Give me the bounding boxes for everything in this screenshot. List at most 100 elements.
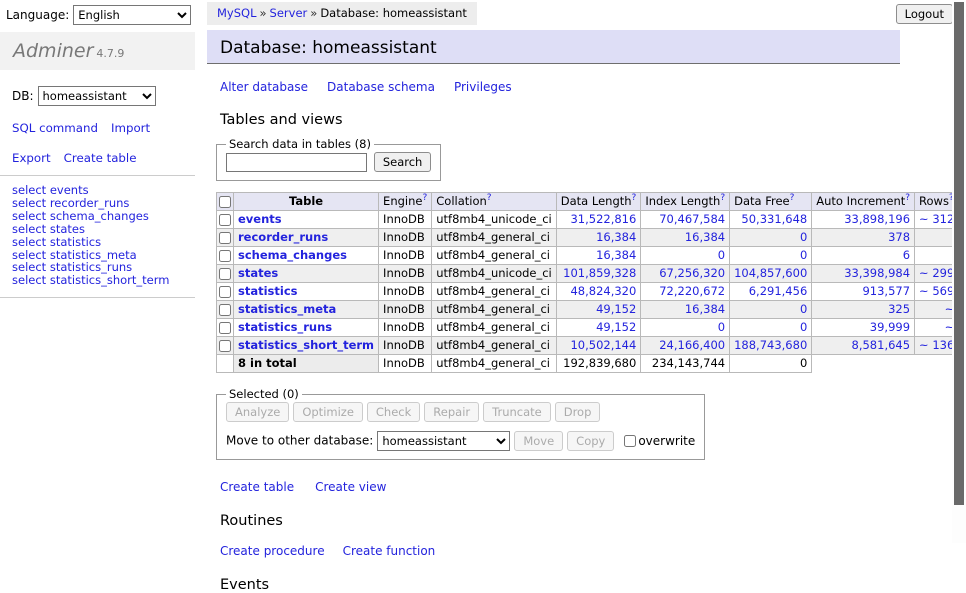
index-length-link[interactable]: 0	[718, 320, 725, 334]
data-free-link[interactable]: 104,857,600	[734, 266, 807, 280]
column-help-link[interactable]: ?	[905, 193, 910, 203]
scrollbar-track[interactable]	[952, 0, 966, 543]
nav-link-database-schema[interactable]: Database schema	[327, 80, 435, 94]
data-length-link[interactable]: 10,502,144	[570, 338, 636, 352]
table-link-schema-changes[interactable]: schema_changes	[238, 248, 347, 262]
table-link-events[interactable]: events	[238, 212, 282, 226]
index-length-link[interactable]: 70,467,584	[659, 212, 725, 226]
repair-button[interactable]: Repair	[424, 402, 479, 422]
auto-increment-link[interactable]: 33,398,984	[844, 266, 910, 280]
create-procedure-link[interactable]: Create procedure	[220, 544, 325, 558]
db-select[interactable]: homeassistant	[38, 86, 156, 106]
data-free-link[interactable]: 188,743,680	[734, 338, 807, 352]
table-link-statistics[interactable]: statistics	[238, 284, 298, 298]
auto-increment-link[interactable]: 378	[888, 230, 910, 244]
data-free-link[interactable]: 6,291,456	[749, 284, 808, 298]
table-link-statistics-runs[interactable]: statistics_runs	[238, 320, 332, 334]
nav-link-alter-database[interactable]: Alter database	[220, 80, 308, 94]
data-length-link[interactable]: 101,859,328	[563, 266, 636, 280]
truncate-button[interactable]: Truncate	[483, 402, 551, 422]
language-select[interactable]: English	[73, 5, 191, 25]
data-length-link[interactable]: 49,152	[596, 320, 636, 334]
row-checkbox[interactable]	[219, 286, 231, 298]
row-checkbox[interactable]	[219, 304, 231, 316]
sidebar-item-select-states[interactable]: select states	[12, 223, 195, 236]
data-free-link[interactable]: 0	[800, 248, 807, 262]
column-help-link[interactable]: ?	[487, 193, 492, 203]
breadcrumb-link-server[interactable]: Server	[270, 6, 308, 20]
data-free-link[interactable]: 0	[800, 320, 807, 334]
copy-button[interactable]: Copy	[567, 431, 614, 451]
index-length-link[interactable]: 67,256,320	[659, 266, 725, 280]
index-length-link[interactable]: 0	[718, 248, 725, 262]
search-button[interactable]: Search	[374, 152, 432, 172]
brand-band: Adminer4.7.9	[0, 32, 195, 70]
column-help-link[interactable]: ?	[790, 193, 795, 203]
table-link-statistics-meta[interactable]: statistics_meta	[238, 302, 336, 316]
column-help-link[interactable]: ?	[720, 193, 725, 203]
data-length-link[interactable]: 49,152	[596, 302, 636, 316]
table-link-statistics-short-term[interactable]: statistics_short_term	[238, 338, 374, 352]
scrollbar-thumb[interactable]	[954, 2, 964, 505]
index-length-link[interactable]: 72,220,672	[659, 284, 725, 298]
optimize-button[interactable]: Optimize	[293, 402, 363, 422]
table-row: statistics_runsInnoDButf8mb4_general_ci4…	[217, 319, 966, 337]
index-length-link[interactable]: 16,384	[685, 302, 725, 316]
data-length-link[interactable]: 48,824,320	[570, 284, 636, 298]
data-length-cell: 101,859,328	[556, 265, 641, 283]
index-length-cell: 0	[641, 247, 730, 265]
auto-increment-cell: 378	[812, 229, 915, 247]
check-button[interactable]: Check	[367, 402, 420, 422]
row-checkbox[interactable]	[219, 250, 231, 262]
nav-link-privileges[interactable]: Privileges	[454, 80, 512, 94]
move-button[interactable]: Move	[514, 431, 563, 451]
sidebar-action-sql-command[interactable]: SQL command	[12, 121, 98, 135]
row-checkbox[interactable]	[219, 214, 231, 226]
data-free-link[interactable]: 0	[800, 230, 807, 244]
total-data-length-cell: 192,839,680	[556, 355, 641, 373]
table-link-states[interactable]: states	[238, 266, 278, 280]
move-db-select[interactable]: homeassistant	[377, 431, 510, 451]
sidebar-item-select-schema-changes[interactable]: select schema_changes	[12, 210, 195, 223]
overwrite-checkbox[interactable]	[624, 435, 636, 447]
auto-increment-link[interactable]: 33,898,196	[844, 212, 910, 226]
create-table-link[interactable]: Create table	[220, 480, 294, 494]
engine-cell: InnoDB	[379, 319, 432, 337]
sidebar-item-select-statistics-short-term[interactable]: select statistics_short_term	[12, 274, 195, 287]
sidebar-action-export[interactable]: Export	[12, 151, 51, 165]
row-checkbox[interactable]	[219, 322, 231, 334]
auto-increment-link[interactable]: 39,999	[870, 320, 910, 334]
data-length-link[interactable]: 31,522,816	[570, 212, 636, 226]
sidebar-action-import[interactable]: Import	[111, 121, 150, 135]
auto-increment-link[interactable]: 6	[903, 248, 910, 262]
auto-increment-link[interactable]: 913,577	[862, 284, 910, 298]
index-length-link[interactable]: 16,384	[685, 230, 725, 244]
search-input[interactable]	[226, 153, 367, 172]
row-checkbox[interactable]	[219, 232, 231, 244]
sidebar-action-create-table[interactable]: Create table	[64, 151, 137, 165]
data-length-link[interactable]: 16,384	[596, 248, 636, 262]
breadcrumb-link-mysql[interactable]: MySQL	[217, 6, 257, 20]
logout-button[interactable]: Logout	[896, 4, 953, 24]
auto-increment-cell: 6	[812, 247, 915, 265]
auto-increment-link[interactable]: 8,581,645	[852, 338, 911, 352]
data-length-link[interactable]: 16,384	[596, 230, 636, 244]
data-free-link[interactable]: 50,331,648	[741, 212, 807, 226]
row-checkbox[interactable]	[219, 268, 231, 280]
select-all-checkbox[interactable]	[219, 196, 231, 208]
auto-increment-link[interactable]: 325	[888, 302, 910, 316]
analyze-button[interactable]: Analyze	[226, 402, 289, 422]
table-link-recorder-runs[interactable]: recorder_runs	[238, 230, 328, 244]
create-function-link[interactable]: Create function	[343, 544, 436, 558]
data-free-link[interactable]: 0	[800, 302, 807, 316]
drop-button[interactable]: Drop	[555, 402, 601, 422]
sidebar-item-select-statistics[interactable]: select statistics	[12, 236, 195, 249]
row-checkbox[interactable]	[219, 340, 231, 352]
create-view-link[interactable]: Create view	[315, 480, 386, 494]
sidebar-item-select-recorder-runs[interactable]: select recorder_runs	[12, 197, 195, 210]
routine-links: Create procedure Create function	[220, 544, 954, 558]
index-length-link[interactable]: 24,166,400	[659, 338, 725, 352]
column-help-link[interactable]: ?	[422, 193, 427, 203]
column-help-link[interactable]: ?	[632, 193, 637, 203]
sidebar-item-select-events[interactable]: select events	[12, 184, 195, 197]
